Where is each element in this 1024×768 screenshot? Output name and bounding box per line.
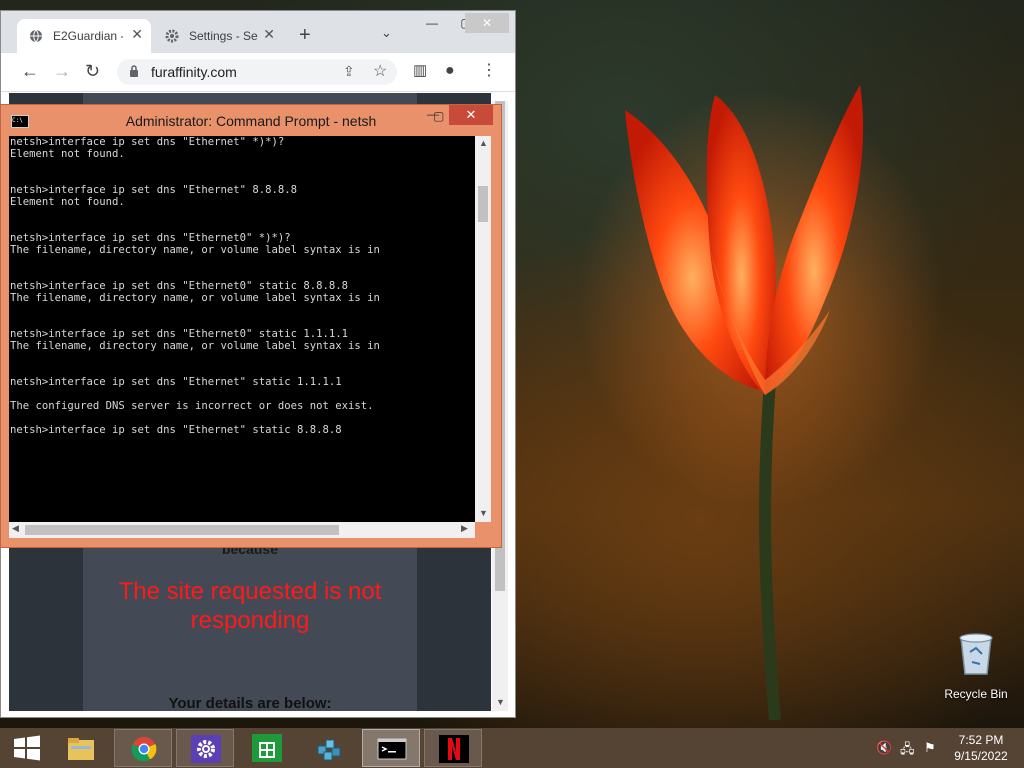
tab-title: Settings - Se [189, 29, 258, 43]
taskbar-chrome[interactable] [114, 729, 172, 767]
clock-time: 7:52 PM [958, 733, 1004, 747]
taskbar-command-prompt[interactable] [362, 729, 420, 767]
scrollbar-thumb[interactable] [478, 186, 488, 222]
block-message: The site requested is not responding [118, 578, 382, 634]
settings-gear-icon [191, 735, 221, 763]
new-tab-button[interactable]: + [299, 25, 311, 45]
chrome-icon [131, 737, 157, 762]
address-bar[interactable]: furaffinity.com ⇪ ☆ [117, 59, 397, 85]
tab-strip: E2Guardian - ✕ Settings - Se ✕ + ⌄ — ▢ ✕ [1, 11, 515, 53]
url-text: furaffinity.com [151, 64, 237, 80]
windows-logo-icon [14, 735, 40, 761]
details-heading: Your details are below: [168, 695, 332, 711]
start-button[interactable] [2, 729, 50, 767]
cmd-close-button[interactable]: ✕ [449, 105, 493, 125]
scroll-left-icon[interactable]: ◀ [12, 523, 19, 534]
gear-icon [165, 29, 179, 43]
store-bag-icon [252, 734, 282, 762]
cmd-maximize-button[interactable]: ▢ [433, 109, 444, 123]
taskbar-settings[interactable] [176, 729, 234, 767]
scrollbar-thumb[interactable] [25, 525, 339, 535]
tulip-image [625, 85, 864, 720]
globe-icon [30, 29, 42, 43]
cmd-vertical-scrollbar[interactable]: ▲ ▼ [475, 136, 491, 522]
lock-icon [130, 65, 138, 77]
clock[interactable]: 7:52 PM 9/15/2022 [944, 732, 1018, 764]
cmd-horizontal-scrollbar[interactable]: ◀ ▶ [9, 522, 475, 538]
console-output[interactable]: netsh>interface ip set dns "Ethernet" *)… [9, 136, 475, 522]
cmd-window-title: Administrator: Command Prompt - netsh [125, 113, 377, 129]
cmd-titlebar[interactable]: C:\ Administrator: Command Prompt - nets… [1, 105, 501, 135]
cmd-icon [377, 738, 407, 760]
console-text: netsh>interface ip set dns "Ethernet" *)… [10, 136, 380, 436]
tab-e2guardian[interactable]: E2Guardian - ✕ [17, 19, 151, 53]
tab-settings[interactable]: Settings - Se ✕ [153, 19, 283, 53]
scroll-down-icon[interactable]: ▼ [479, 508, 488, 518]
taskbar-file-explorer[interactable] [52, 729, 110, 767]
taskbar-registry-editor[interactable] [300, 729, 358, 767]
minimize-button[interactable]: — [415, 13, 449, 33]
netflix-icon [439, 735, 469, 763]
close-tab-icon[interactable]: ✕ [131, 26, 143, 43]
clock-date: 9/15/2022 [954, 749, 1008, 763]
tab-title: E2Guardian - [53, 29, 123, 43]
recycle-bin[interactable]: Recycle Bin [940, 630, 1012, 701]
share-icon[interactable]: ⇪ [343, 63, 355, 80]
folder-icon [68, 738, 94, 760]
bookmark-star-icon[interactable]: ☆ [373, 61, 387, 81]
close-tab-icon[interactable]: ✕ [263, 26, 275, 43]
back-arrow-icon[interactable]: ← [21, 61, 39, 81]
recycle-bin-label: Recycle Bin [944, 687, 1008, 701]
side-panel-icon[interactable]: ▥ [413, 61, 427, 81]
action-center-flag-icon[interactable]: ⚑ [924, 740, 936, 756]
tab-search-chevron-icon[interactable]: ⌄ [381, 25, 392, 41]
profile-avatar-icon[interactable]: ● [445, 61, 455, 81]
registry-cubes-icon [317, 739, 341, 761]
taskbar-netflix[interactable] [424, 729, 482, 767]
taskbar-store[interactable] [238, 729, 296, 767]
network-icon[interactable]: 🖧 [900, 740, 915, 762]
taskbar: 🔇 🖧 ⚑ 7:52 PM 9/15/2022 [0, 728, 1024, 768]
reload-icon[interactable]: ↻ [85, 61, 100, 81]
scroll-down-icon[interactable]: ▼ [496, 697, 505, 707]
volume-muted-icon[interactable]: 🔇 [876, 740, 892, 756]
scroll-right-icon[interactable]: ▶ [461, 523, 468, 534]
menu-kebab-icon[interactable]: ⋮ [481, 61, 497, 81]
scroll-up-icon[interactable]: ▲ [479, 138, 488, 148]
command-prompt-window: C:\ Administrator: Command Prompt - nets… [0, 104, 502, 548]
chrome-toolbar: ← → ↻ furaffinity.com ⇪ ☆ ▥ ● ⋮ [1, 53, 515, 92]
recycle-bin-icon [959, 633, 993, 675]
close-button[interactable]: ✕ [465, 13, 509, 33]
forward-arrow-icon[interactable]: → [53, 61, 71, 81]
